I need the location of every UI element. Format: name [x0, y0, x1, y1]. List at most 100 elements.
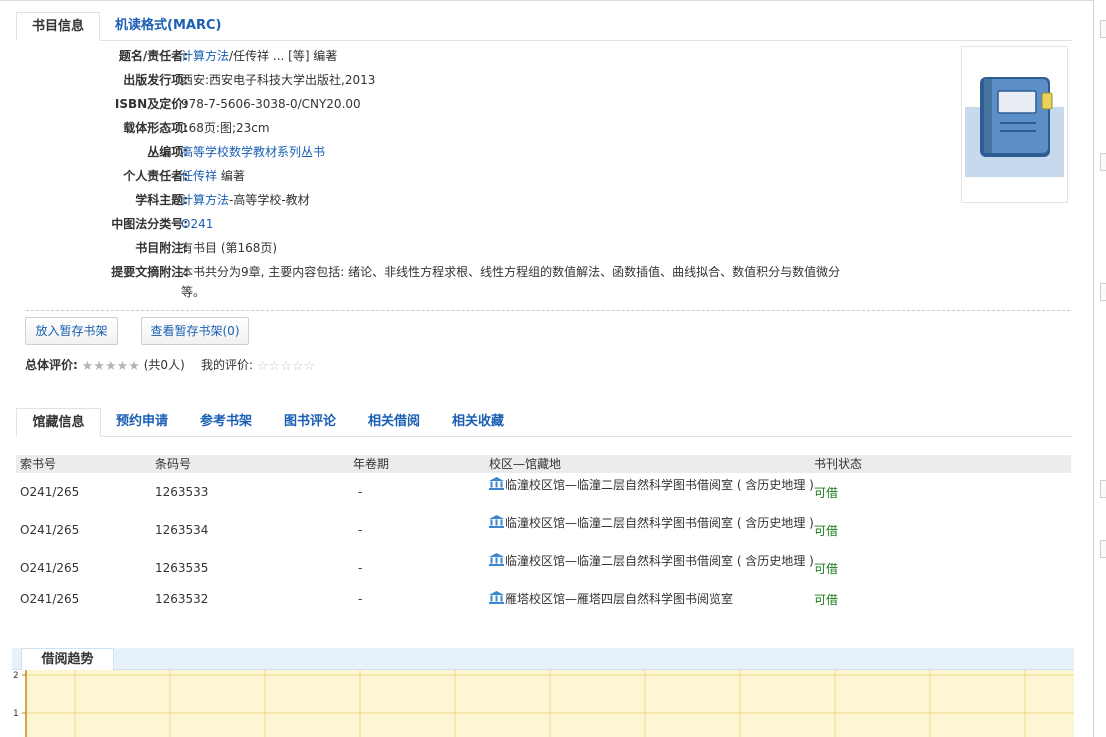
star-icon: ★	[104, 358, 117, 374]
publish-row: 出版发行项: 西安:西安电子科技大学出版社,2013	[20, 70, 850, 90]
note-value: 有书目 (第168页)	[181, 241, 278, 255]
subject-link[interactable]: 计算方法	[181, 193, 229, 207]
abstract-label: 提要文摘附注:	[111, 265, 188, 279]
barcode: 1263533	[155, 485, 209, 499]
call-number: O241/265	[20, 523, 80, 537]
star-icon: ★	[93, 358, 105, 374]
my-rating-label: 我的评价:	[201, 358, 254, 372]
y-tick-label: 1	[13, 709, 19, 719]
right-border	[1093, 0, 1094, 737]
location-text: 临潼校区馆—临潼二层自然科学图书借阅室 ( 含历史地理 )	[505, 554, 814, 568]
overall-rating: 总体评价: ★★★★★ (共0人)	[25, 357, 185, 373]
isbn-label: ISBN及定价:	[114, 97, 188, 111]
side-handle[interactable]	[1100, 480, 1106, 498]
star-icon: ★	[81, 358, 94, 374]
overall-rating-label: 总体评价:	[25, 358, 78, 372]
header-location: 校区—馆藏地	[489, 457, 562, 471]
holding-tabs: 馆藏信息 预约申请 参考书架 图书评论 相关借阅 相关收藏	[16, 408, 1072, 437]
clc-value: O241	[181, 214, 849, 234]
series-link[interactable]: 高等学校数学教材系列丛书	[181, 145, 325, 159]
star-outline-icon[interactable]: ☆	[292, 359, 304, 374]
call-number: O241/265	[20, 485, 80, 499]
clc-label: 中图法分类号:	[111, 217, 188, 231]
location-text: 临潼校区馆—临潼二层自然科学图书借阅室 ( 含历史地理 )	[505, 478, 814, 492]
side-handle[interactable]	[1100, 20, 1106, 38]
top-border	[0, 0, 1094, 4]
title-row: 题名/责任者: 计算方法/任传祥 ... [等] 编著	[20, 46, 850, 66]
tab-related-favorites[interactable]: 相关收藏	[452, 408, 504, 437]
subject-value: 计算方法-高等学校-教材	[181, 190, 849, 210]
add-to-shelf-button[interactable]: 放入暂存书架	[25, 317, 118, 345]
status-available: 可借	[814, 486, 839, 500]
series-value: 高等学校数学教材系列丛书	[181, 142, 849, 162]
isbn-value: 978-7-5606-3038-0/CNY20.00	[181, 97, 361, 111]
title-link[interactable]: 计算方法	[181, 49, 229, 63]
library-icon	[489, 553, 504, 566]
trend-tabs: 借阅趋势	[12, 648, 1074, 671]
tab-reservation[interactable]: 预约申请	[116, 408, 168, 437]
call-number: O241/265	[20, 561, 80, 575]
trend-chart-svg: 2 1	[13, 670, 1074, 737]
star-outline-icon[interactable]: ☆	[280, 359, 292, 374]
y-tick-label: 2	[13, 671, 19, 681]
volume: -	[358, 561, 363, 575]
location: 临潼校区馆—临潼二层自然科学图书借阅室 ( 含历史地理 )	[489, 515, 819, 530]
section-divider	[26, 310, 1070, 311]
status-available: 可借	[814, 593, 839, 607]
tab-bibliographic[interactable]: 书目信息	[16, 12, 100, 41]
series-row: 丛编项: 高等学校数学教材系列丛书	[20, 142, 850, 162]
person-rest: 编著	[217, 169, 245, 183]
record-tabs: 书目信息 机读格式(MARC)	[16, 12, 1072, 41]
table-row: O241/265 1263534 - 临潼校区馆—临潼二层自然科学图书借阅室 (…	[16, 513, 1071, 545]
holdings-header: 索书号 条码号 年卷期 校区—馆藏地 书刊状态	[16, 455, 1071, 473]
star-outline-icon[interactable]: ☆	[304, 359, 316, 374]
publish-value: 西安:西安电子科技大学出版社,2013	[181, 73, 376, 87]
isbn-row: ISBN及定价: 978-7-5606-3038-0/CNY20.00	[20, 94, 850, 114]
physical-label: 载体形态项:	[123, 121, 188, 135]
tab-book-reviews[interactable]: 图书评论	[284, 408, 336, 437]
abstract-value: 本书共分为9章, 主要内容包括: 绪论、非线性方程求根、线性方程组的数值解法、函…	[181, 265, 841, 299]
overall-rating-count: (共0人)	[143, 358, 185, 372]
tab-holdings[interactable]: 馆藏信息	[16, 408, 101, 437]
star-outline-icon[interactable]: ☆	[257, 359, 269, 374]
note-row: 书目附注: 有书目 (第168页)	[20, 238, 850, 258]
call-number: O241/265	[20, 592, 80, 606]
location: 雁塔校区馆—雁塔四层自然科学图书阅览室	[489, 591, 819, 606]
tab-marc[interactable]: 机读格式(MARC)	[115, 12, 221, 41]
side-handle[interactable]	[1100, 153, 1106, 171]
status-available: 可借	[814, 524, 839, 538]
barcode: 1263534	[155, 523, 209, 537]
subject-rest: -高等学校-教材	[229, 193, 310, 207]
tab-related-borrowing[interactable]: 相关借阅	[368, 408, 420, 437]
my-stars[interactable]: ☆☆☆☆☆	[257, 358, 315, 374]
volume: -	[358, 592, 363, 606]
location-text: 雁塔校区馆—雁塔四层自然科学图书阅览室	[505, 592, 734, 606]
tab-reference-shelf[interactable]: 参考书架	[200, 408, 252, 437]
location: 临潼校区馆—临潼二层自然科学图书借阅室 ( 含历史地理 )	[489, 553, 819, 568]
side-handle[interactable]	[1100, 283, 1106, 301]
overall-stars: ★★★★★	[82, 358, 140, 374]
book-cover-icon	[965, 77, 1064, 177]
library-icon	[489, 591, 504, 604]
physical-value: 168页:图;23cm	[181, 121, 270, 135]
tab-borrowing-trend[interactable]: 借阅趋势	[21, 648, 114, 671]
star-icon: ★	[116, 358, 129, 374]
star-icon: ★	[128, 358, 140, 374]
star-outline-icon[interactable]: ☆	[269, 359, 281, 374]
physical-row: 载体形态项: 168页:图;23cm	[20, 118, 850, 138]
clc-row: 中图法分类号: O241	[20, 214, 850, 234]
library-icon	[489, 515, 504, 528]
person-row: 个人责任者: 任传祥 编著	[20, 166, 850, 186]
header-status: 书刊状态	[814, 457, 863, 471]
my-rating: 我的评价: ☆☆☆☆☆	[201, 357, 315, 373]
view-shelf-button[interactable]: 查看暂存书架(0)	[141, 317, 249, 345]
person-label: 个人责任者:	[123, 169, 188, 183]
location: 临潼校区馆—临潼二层自然科学图书借阅室 ( 含历史地理 )	[489, 477, 819, 492]
library-icon	[489, 477, 504, 490]
clc-link[interactable]: O241	[181, 217, 213, 231]
book-cover	[961, 46, 1068, 203]
side-handle[interactable]	[1100, 540, 1106, 558]
person-link[interactable]: 任传祥	[181, 169, 217, 183]
volume: -	[358, 523, 363, 537]
abstract-row: 提要文摘附注: 本书共分为9章, 主要内容包括: 绪论、非线性方程求根、线性方程…	[20, 262, 850, 304]
